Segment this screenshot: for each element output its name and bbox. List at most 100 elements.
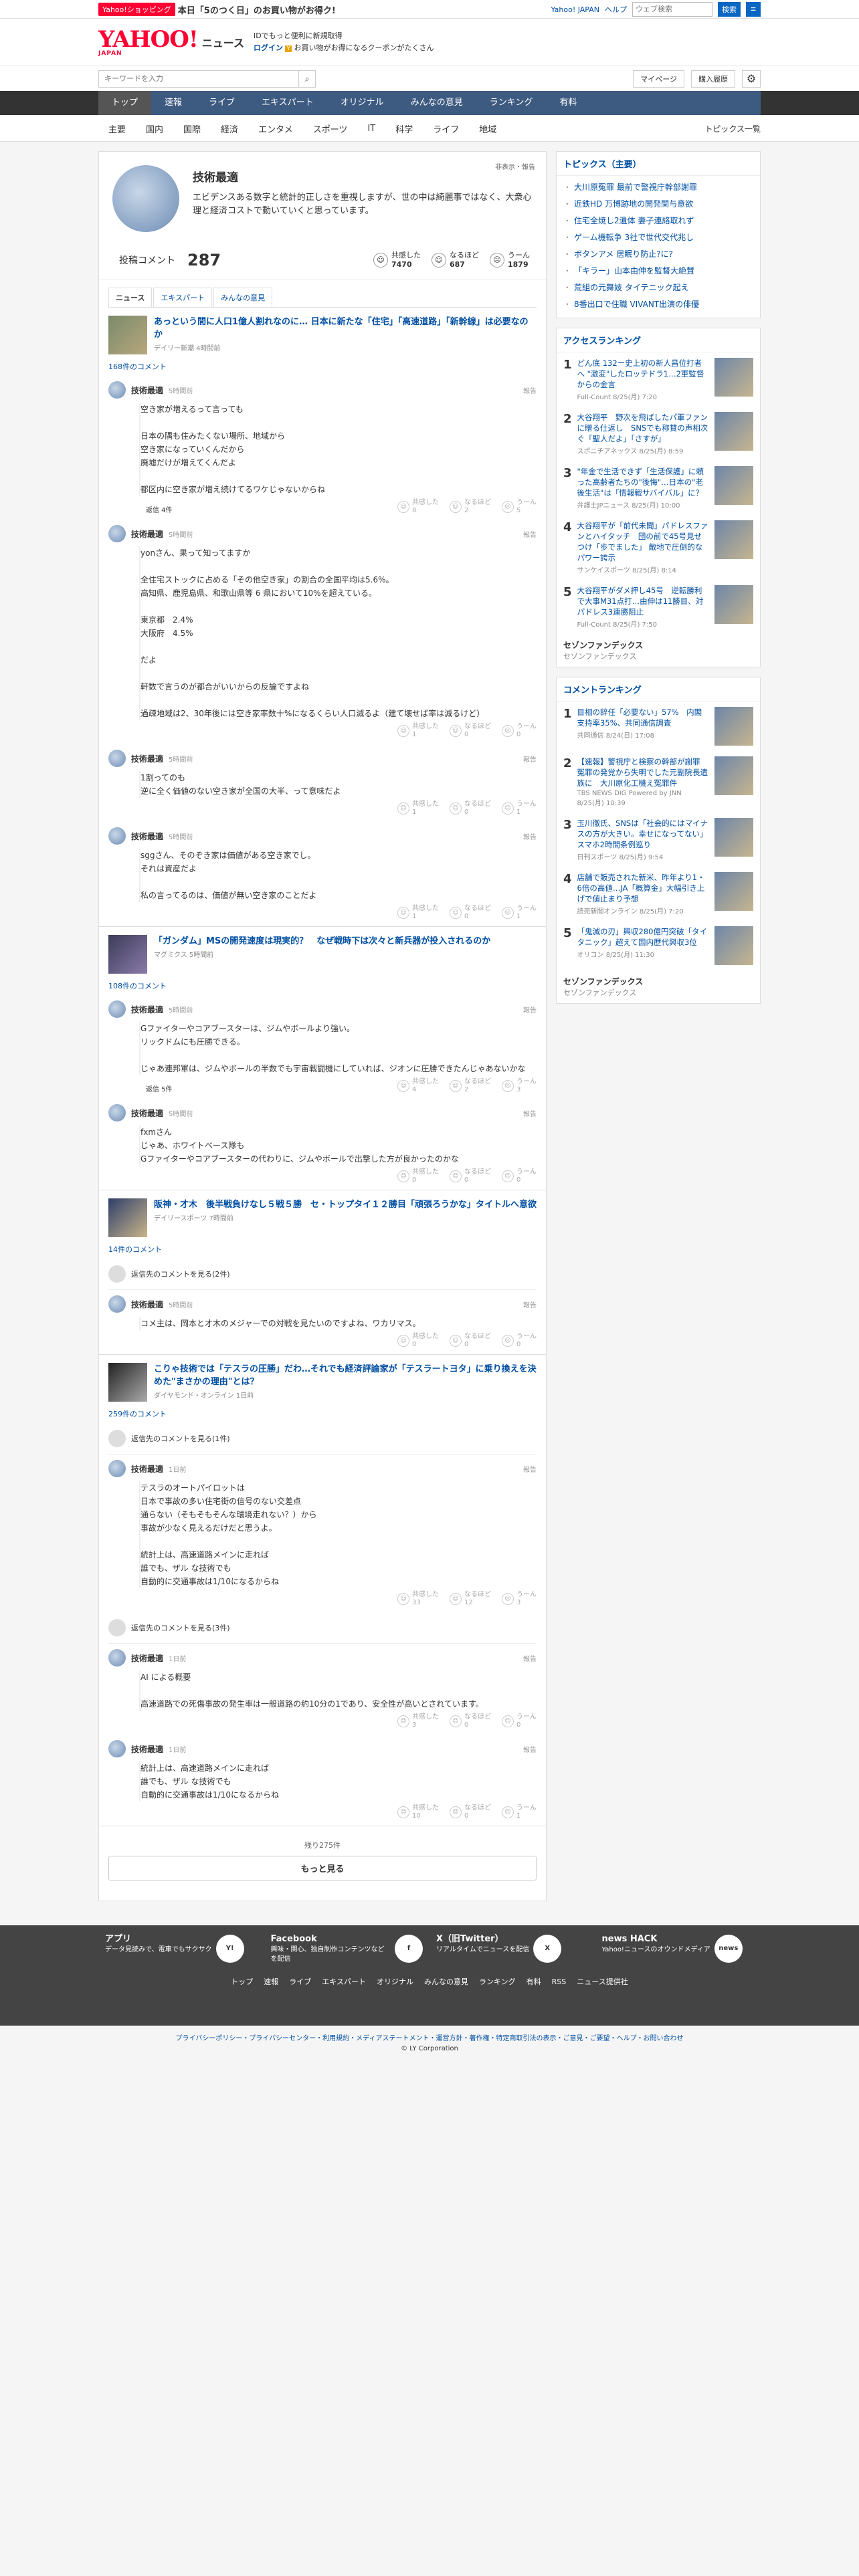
ranking-item[interactable]: 4 店舗で販売された新米、昨年より1・6倍の高値…JA「概算金」大幅引き上げで値止… [557, 867, 760, 921]
avatar[interactable] [108, 1000, 126, 1018]
avatar[interactable] [108, 1740, 126, 1757]
reaction-button[interactable]: ☹ うーん 1 [502, 800, 537, 817]
tab-2[interactable]: みんなの意見 [213, 288, 273, 307]
mypage-button[interactable]: マイページ [633, 70, 684, 88]
rank-thumb[interactable] [714, 707, 753, 746]
rank-title[interactable]: 目相の辞任「必要ない」57% 内閣支持率35%、共同通信調査 [577, 707, 709, 728]
keyword-input[interactable] [98, 70, 299, 88]
reaction-button[interactable]: ☹ うーん 0 [502, 723, 537, 739]
hidden-comment[interactable]: 返信先のコメントを見る(3件) [108, 1612, 537, 1644]
comment-author[interactable]: 技術最適 [131, 1652, 163, 1664]
report-link[interactable]: 報告 [523, 831, 537, 841]
hide-report-link[interactable]: 非表示・報告 [495, 161, 535, 171]
report-link[interactable]: 報告 [523, 1004, 537, 1014]
report-link[interactable]: 報告 [523, 385, 537, 395]
ranking-item[interactable]: 3 玉川徹氏、SNSは「社会的にはマイナスの方が大きい。幸せになってない」 スマホ… [557, 813, 760, 867]
service-name[interactable]: ニュース [202, 34, 244, 50]
nav-2[interactable]: ライブ [195, 91, 248, 115]
ranking-item[interactable]: 3 "年金で生活できず「生活保護」に頼った高齢者たちの"後悔"…日本の"老後生活"… [557, 461, 760, 515]
reaction-button[interactable]: ☹ うーん 1 [502, 905, 537, 921]
pr-ad-2[interactable]: セゾンファンデックス セゾンファンデックス [557, 970, 760, 1003]
shopping-badge[interactable]: Yahoo!ショッピング [98, 3, 175, 16]
rank-title[interactable]: 大谷翔平 野次を飛ばしたパ軍ファンに贈る仕返し SNSでも称賛の声相次ぐ「聖人だ… [577, 412, 709, 444]
hidden-label[interactable]: 返信先のコメントを見る(3件) [131, 1622, 230, 1633]
subnav-4[interactable]: エンタメ [248, 122, 303, 135]
pr-ad[interactable]: セゾンファンデックス セゾンファンデックス [557, 634, 760, 667]
newshack-icon[interactable]: news [714, 1935, 743, 1963]
topic-item[interactable]: ゲーム機転争 3社で世代交代兆し [557, 229, 760, 245]
nav-3[interactable]: エキスパート [248, 91, 327, 115]
article-thumb[interactable] [108, 935, 147, 974]
avatar[interactable] [108, 1460, 126, 1477]
topic-item[interactable]: 大川原冤罪 最前で警視庁幹部謝罪 [557, 179, 760, 195]
more-button[interactable]: もっと見る [108, 1856, 537, 1881]
gear-icon[interactable]: ⚙ [742, 70, 761, 88]
x-icon[interactable]: X [533, 1935, 562, 1963]
subnav-3[interactable]: 経済 [211, 122, 248, 135]
topic-item[interactable]: 「キラー」山本由伸を監督大絶賛 [557, 262, 760, 279]
subnav-1[interactable]: 国内 [136, 122, 173, 135]
report-link[interactable]: 報告 [523, 1108, 537, 1118]
ranking-item[interactable]: 4 大谷翔平が「前代未聞」パドレスファンとハイタッチ 団の前で45号見せつけ「歩で… [557, 515, 760, 580]
reaction-button[interactable]: ☺ なるほど 2 [450, 499, 491, 515]
footer-link[interactable]: ライブ [289, 1977, 311, 1986]
reaction-button[interactable]: ☹ うーん 0 [502, 1333, 537, 1349]
report-link[interactable]: 報告 [523, 1464, 537, 1474]
reaction-button[interactable]: ☺ 共感した 1 [397, 723, 439, 739]
reaction-button[interactable]: ☺ 共感した 4 [397, 1078, 439, 1094]
rank-thumb[interactable] [714, 585, 753, 624]
reaction-button[interactable]: ☺ 共感した 10 [397, 1804, 439, 1820]
comment-author[interactable]: 技術最適 [131, 385, 163, 396]
footer-link[interactable]: ランキング [479, 1977, 516, 1986]
comment-count-link[interactable]: 259件のコメント [108, 1408, 537, 1419]
avatar[interactable] [108, 1104, 126, 1121]
reaction-button[interactable]: ☺ 共感した 33 [397, 1591, 439, 1607]
ranking-item[interactable]: 2 【速報】警視庁と検察の幹部が謝罪 冤罪の発覚から失明でした元副院長遺族に 大川… [557, 751, 760, 813]
subnav-7[interactable]: 科学 [385, 122, 423, 135]
reaction-button[interactable]: ☺ 共感した 1 [397, 905, 439, 921]
footer-link[interactable]: オリジナル [377, 1977, 413, 1986]
rank-title[interactable]: どん底 132ー史上初の新人昌位打者へ "激変"したロッテドラ1…2軍監督からの… [577, 358, 709, 390]
report-link[interactable]: 報告 [523, 1653, 537, 1663]
report-link[interactable]: 報告 [523, 1299, 537, 1309]
avatar[interactable] [108, 1295, 126, 1313]
rank-title[interactable]: "年金で生活できず「生活保護」に頼った高齢者たちの"後悔"…日本の"老後生活"は… [577, 466, 709, 498]
reaction-button[interactable]: ☺ なるほど 0 [450, 905, 491, 921]
yahoo-japan-link[interactable]: Yahoo! JAPAN [551, 5, 599, 14]
rank-title[interactable]: 「鬼滅の刃」興収280億円突破「タイタニック」超えて国内歴代興収3位 [577, 926, 709, 948]
rank-thumb[interactable] [714, 520, 753, 559]
ranking-item[interactable]: 5 「鬼滅の刃」興収280億円突破「タイタニック」超えて国内歴代興収3位 オリコン … [557, 921, 760, 970]
comment-count-link[interactable]: 14件のコメント [108, 1244, 537, 1255]
reaction-button[interactable]: ☺ なるほど 0 [450, 1713, 491, 1729]
rank-thumb[interactable] [714, 358, 753, 397]
avatar[interactable] [108, 525, 126, 542]
rank-thumb[interactable] [714, 926, 753, 965]
reaction-button[interactable]: ☺ なるほど 0 [450, 1333, 491, 1349]
comment-count-link[interactable]: 108件のコメント [108, 980, 537, 991]
reaction-button[interactable]: ☺ 共感した 0 [397, 1333, 439, 1349]
coupon-text[interactable]: お買い物がお得になるクーポンがたくさん [294, 43, 434, 52]
avatar[interactable] [108, 827, 126, 845]
topics-heading[interactable]: トピックス（主要） [557, 152, 760, 176]
footer-link[interactable]: RSS [552, 1977, 567, 1986]
web-search-button[interactable]: 検索 [718, 2, 741, 17]
login-link[interactable]: ログイン [254, 43, 283, 52]
rank-title[interactable]: 店舗で販売された新米、昨年より1・6倍の高値…JA「概算金」大幅引き上げで値止ま… [577, 872, 709, 904]
subnav-8[interactable]: ライフ [423, 122, 469, 135]
avatar[interactable] [108, 1649, 126, 1667]
footer-link[interactable]: 速報 [264, 1977, 278, 1986]
topic-item[interactable]: ボタンアメ 居眠り防止?に? [557, 245, 760, 262]
footer-link[interactable]: 有料 [527, 1977, 541, 1986]
topic-item[interactable]: 住宅全焼し2遺体 妻子連絡取れず [557, 212, 760, 229]
ranking-item[interactable]: 5 大谷翔平がダメ押し45号 逆転勝利で大事M31点打…由伸は11勝目、対パドレス… [557, 580, 760, 634]
reaction-button[interactable]: ☺ なるほど 0 [450, 723, 491, 739]
comment-author[interactable]: 技術最適 [131, 528, 163, 540]
article-title[interactable]: 「ガンダム」MSの開発速度は現実的？ なぜ戦時下は次々と新兵器が投入されるのか [154, 935, 490, 948]
topics-list-link[interactable]: トピックス一覧 [704, 123, 761, 134]
rank-title[interactable]: 大谷翔平が「前代未聞」パドレスファンとハイタッチ 団の前で45号見せつけ「歩でま… [577, 520, 709, 563]
hidden-comment[interactable]: 返信先のコメントを見る(2件) [108, 1259, 537, 1290]
article-thumb[interactable] [108, 1198, 147, 1237]
article-thumb[interactable] [108, 1363, 147, 1402]
subnav-2[interactable]: 国際 [173, 122, 211, 135]
reaction-button[interactable]: ☹ うーん 5 [502, 499, 537, 515]
